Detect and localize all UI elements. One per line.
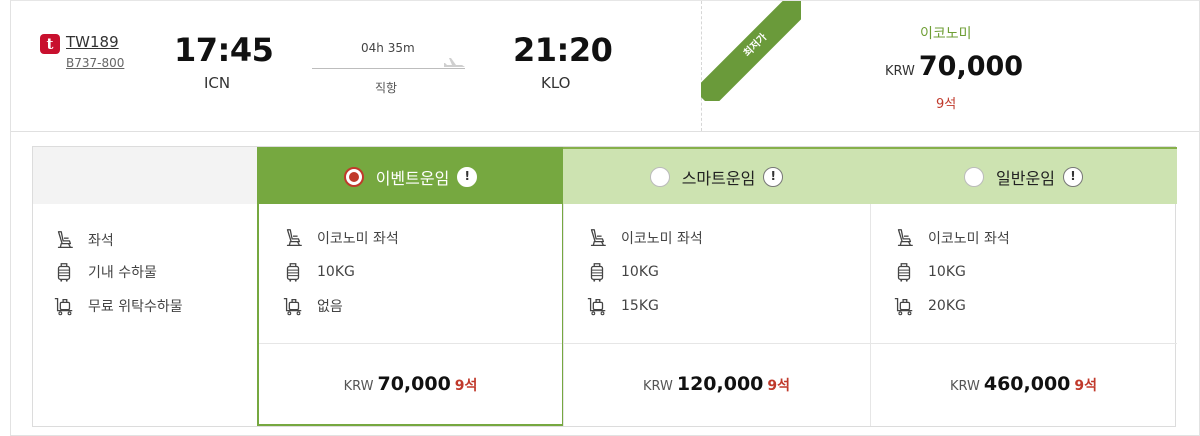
fare-checked-bag: 15KG [586,295,659,317]
fare-seats-remaining: 9석 [1074,378,1098,394]
fare-price-amount: 120,000 [676,373,764,395]
fare-header-event[interactable]: 이벤트운임 ! [259,147,562,204]
fare-column-event[interactable]: 이벤트운임 ! 이코노미 좌석 10KG 없음 KRW 70,000 9석 [257,147,564,426]
flight-number-link[interactable]: TW189 [66,33,119,51]
aircraft-type-link[interactable]: B737-800 [66,56,124,70]
fare-name: 스마트운임 [681,168,756,188]
fare-name: 이벤트운임 [375,168,450,188]
luggage-icon [893,261,915,283]
departure-time: 17:45 [174,31,274,69]
fare-checked-value: 없음 [317,299,343,315]
luggage-icon [282,261,304,283]
seat-icon [282,227,304,249]
seat-icon [893,227,915,249]
row-label-text: 좌석 [88,233,114,249]
fare-class-label: 이코노미 [920,26,972,42]
fare-carry-on: 10KG [282,261,355,283]
currency-label: KRW [343,379,374,394]
row-label-carry-on: 기내 수하물 [53,261,157,283]
departure-airport-code: ICN [204,74,231,92]
fare-carry-on: 10KG [893,261,966,283]
fare-column-normal[interactable]: 일반운임 ! 이코노미 좌석 10KG 20KG KRW 460,000 9석 [870,147,1177,426]
baggage-cart-icon [893,295,915,317]
best-price-amount: 70,000 [918,51,1024,82]
fare-seat: 이코노미 좌석 [893,227,1010,249]
seat-icon [586,227,608,249]
currency-label: KRW [642,379,673,394]
fare-header-normal[interactable]: 일반운임 ! [870,147,1177,204]
fare-seats-remaining: 9석 [767,378,791,394]
row-label-text: 무료 위탁수하물 [88,299,183,315]
fare-price-amount: 70,000 [377,373,451,395]
stop-type-label: 직항 [375,81,398,95]
fare-price: KRW 460,000 9석 [870,373,1177,395]
fare-carry-on-value: 10KG [928,264,966,280]
fare-options-table: 좌석 기내 수하물 무료 위탁수하물 이벤트운임 ! 이코노미 좌석 10KG … [32,146,1177,427]
price-divider [563,343,870,344]
flight-duration: 04h 35m [361,41,415,55]
flight-card: t TW189 B737-800 17:45 ICN 04h 35m 직항 21… [10,0,1200,436]
row-label-seat: 좌석 [53,229,114,251]
fare-checked-bag: 20KG [893,295,966,317]
seat-icon [53,229,75,251]
label-column-header [33,147,257,204]
fare-name: 일반운임 [996,168,1055,188]
currency-label: KRW [885,64,915,79]
price-divider [870,343,1177,344]
fare-seat: 이코노미 좌석 [282,227,399,249]
baggage-cart-icon [282,295,304,317]
fare-radio-event[interactable] [343,166,364,187]
arrival-time: 21:20 [513,31,613,69]
baggage-cart-icon [586,295,608,317]
fare-seat-value: 이코노미 좌석 [928,231,1010,247]
luggage-icon [53,261,75,283]
fare-price: KRW 120,000 9석 [563,373,870,395]
fare-carry-on: 10KG [586,261,659,283]
best-price: KRW 70,000 [885,51,1023,82]
fare-header-smart[interactable]: 스마트운임 ! [563,147,870,204]
fare-radio-smart[interactable] [649,166,670,187]
info-icon[interactable]: ! [1062,166,1083,187]
luggage-icon [586,261,608,283]
lowest-price-ribbon: 최저가 [701,1,801,101]
fare-seat: 이코노미 좌석 [586,227,703,249]
price-divider [259,343,562,344]
airplane-icon [444,58,465,67]
ribbon-label: 최저가 [701,1,801,101]
seats-remaining: 9석 [936,97,957,112]
info-icon[interactable]: ! [763,166,784,187]
fare-radio-normal[interactable] [964,166,985,187]
fare-price-amount: 460,000 [983,373,1071,395]
baggage-cart-icon [53,295,75,317]
info-icon[interactable]: ! [457,166,478,187]
fare-price: KRW 70,000 9석 [259,373,562,395]
currency-label: KRW [949,379,980,394]
fare-checked-bag: 없음 [282,295,343,317]
fare-seat-value: 이코노미 좌석 [317,231,399,247]
fare-checked-value: 20KG [928,298,966,314]
feature-label-column: 좌석 기내 수하물 무료 위탁수하물 [33,147,257,426]
fare-checked-value: 15KG [621,298,659,314]
fare-carry-on-value: 10KG [621,264,659,280]
row-label-text: 기내 수하물 [88,265,157,281]
fare-carry-on-value: 10KG [317,264,355,280]
row-label-checked-bag: 무료 위탁수하물 [53,295,183,317]
arrival-airport-code: KLO [541,74,571,92]
fare-seats-remaining: 9석 [454,378,478,394]
fare-column-smart[interactable]: 스마트운임 ! 이코노미 좌석 10KG 15KG KRW 120,000 9석 [563,147,870,426]
flight-summary-row: t TW189 B737-800 17:45 ICN 04h 35m 직항 21… [11,1,1199,132]
fare-seat-value: 이코노미 좌석 [621,231,703,247]
airline-logo-icon: t [40,34,60,54]
